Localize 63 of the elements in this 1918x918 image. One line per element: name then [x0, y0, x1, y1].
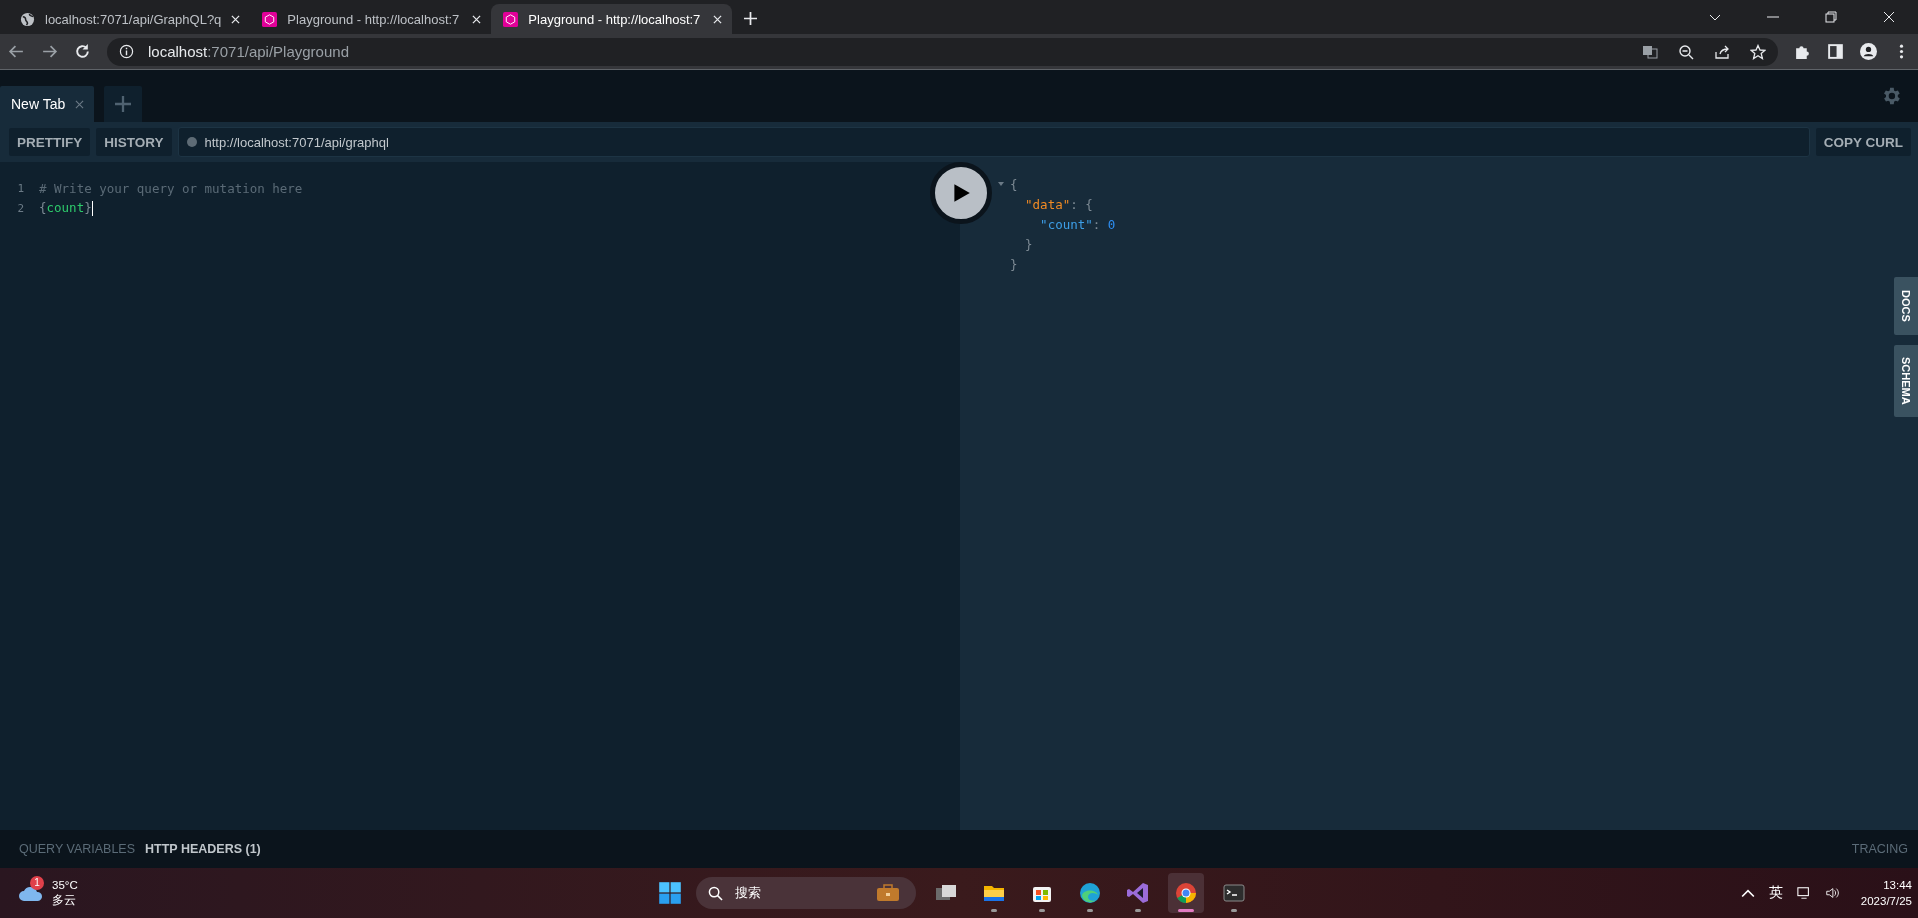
network-icon[interactable]: [1796, 886, 1811, 900]
terminal-icon: [1222, 881, 1246, 905]
code-line: }: [1024, 236, 1033, 252]
code-line: "count": 0: [1039, 216, 1116, 232]
code-line: "data": {: [1024, 196, 1093, 212]
notification-badge: 1: [30, 876, 44, 890]
status-dot-icon: [186, 137, 197, 147]
collapse-arrow-icon[interactable]: [998, 181, 1004, 187]
line-number: 2: [16, 201, 25, 215]
input-method-indicator[interactable]: 英: [1768, 884, 1783, 902]
hexagon-logo-icon: [262, 11, 278, 27]
url-text: localhost:7071/api/Playground: [148, 43, 349, 60]
speaker-icon[interactable]: [1824, 886, 1839, 900]
forward-arrow-icon[interactable]: [41, 43, 58, 60]
line-number: 1: [16, 181, 25, 195]
code-line: {: [1010, 176, 1018, 192]
side-panel-icon[interactable]: [1827, 43, 1844, 60]
globe-icon: [20, 11, 35, 27]
code-line: # Write your query or mutation here: [39, 180, 303, 196]
share-icon[interactable]: [1714, 43, 1730, 60]
code-line: }: [1010, 256, 1018, 272]
profile-avatar-icon[interactable]: [1860, 43, 1877, 60]
endpoint-field[interactable]: http://localhost:7071/api/graphql: [177, 127, 1810, 157]
translate-icon[interactable]: [1642, 43, 1658, 60]
toolbar-button[interactable]: HISTORY: [96, 128, 172, 156]
address-bar[interactable]: localhost:7071/api/Playground: [107, 37, 1778, 66]
side-tab[interactable]: DOCS: [1894, 277, 1918, 335]
browser-tab[interactable]: localhost:7071/api/GraphQL?q: [8, 4, 251, 34]
taskbar-search-field[interactable]: 搜索: [696, 877, 916, 909]
circle-logo-icon: [1174, 881, 1198, 905]
star-icon[interactable]: [1750, 43, 1766, 60]
ribbon-logo-icon: [1126, 881, 1150, 905]
weather-condition: 多云: [52, 893, 77, 908]
wave-logo-icon: [1078, 881, 1102, 905]
cloud-icon: [18, 884, 44, 902]
code-line: {count}: [39, 200, 93, 216]
restore-icon[interactable]: [1825, 11, 1837, 23]
hexagon-logo-icon: [503, 11, 519, 27]
clock-date: 2023/7/25: [1860, 894, 1912, 909]
toolbar-button[interactable]: PRETTIFY: [9, 128, 91, 156]
windows-start-icon[interactable]: [658, 881, 682, 905]
tab-title: Playground - http://localhost:7: [528, 11, 702, 27]
reload-icon[interactable]: [74, 43, 91, 60]
info-icon: [119, 44, 134, 59]
zoom-out-icon[interactable]: [1678, 43, 1694, 60]
plus-icon: [115, 96, 132, 112]
tab-title: localhost:7071/api/GraphQL?q: [45, 11, 222, 27]
taskbar-app[interactable]: [1168, 873, 1204, 913]
browser-tab[interactable]: Playground - http://localhost:7: [491, 4, 733, 34]
copy-curl-button[interactable]: COPY CURL: [1815, 128, 1911, 156]
search-icon: [708, 885, 723, 901]
bottom-tab[interactable]: HTTP HEADERS (1): [145, 842, 261, 856]
temperature-text: 35°C: [52, 878, 78, 893]
briefcase-icon[interactable]: [876, 884, 900, 902]
new-tab-icon[interactable]: [744, 12, 758, 25]
browser-tab[interactable]: Playground - http://localhost:7: [250, 4, 492, 34]
add-tab-button[interactable]: [104, 86, 143, 122]
clock-time: 13:44: [1883, 878, 1912, 893]
tab-title: Playground - http://localhost:7: [287, 11, 461, 27]
back-arrow-icon[interactable]: [8, 43, 25, 60]
query-tab[interactable]: New Tab: [0, 86, 95, 122]
side-tab[interactable]: SCHEMA: [1894, 345, 1918, 417]
puzzle-icon[interactable]: [1794, 43, 1811, 60]
